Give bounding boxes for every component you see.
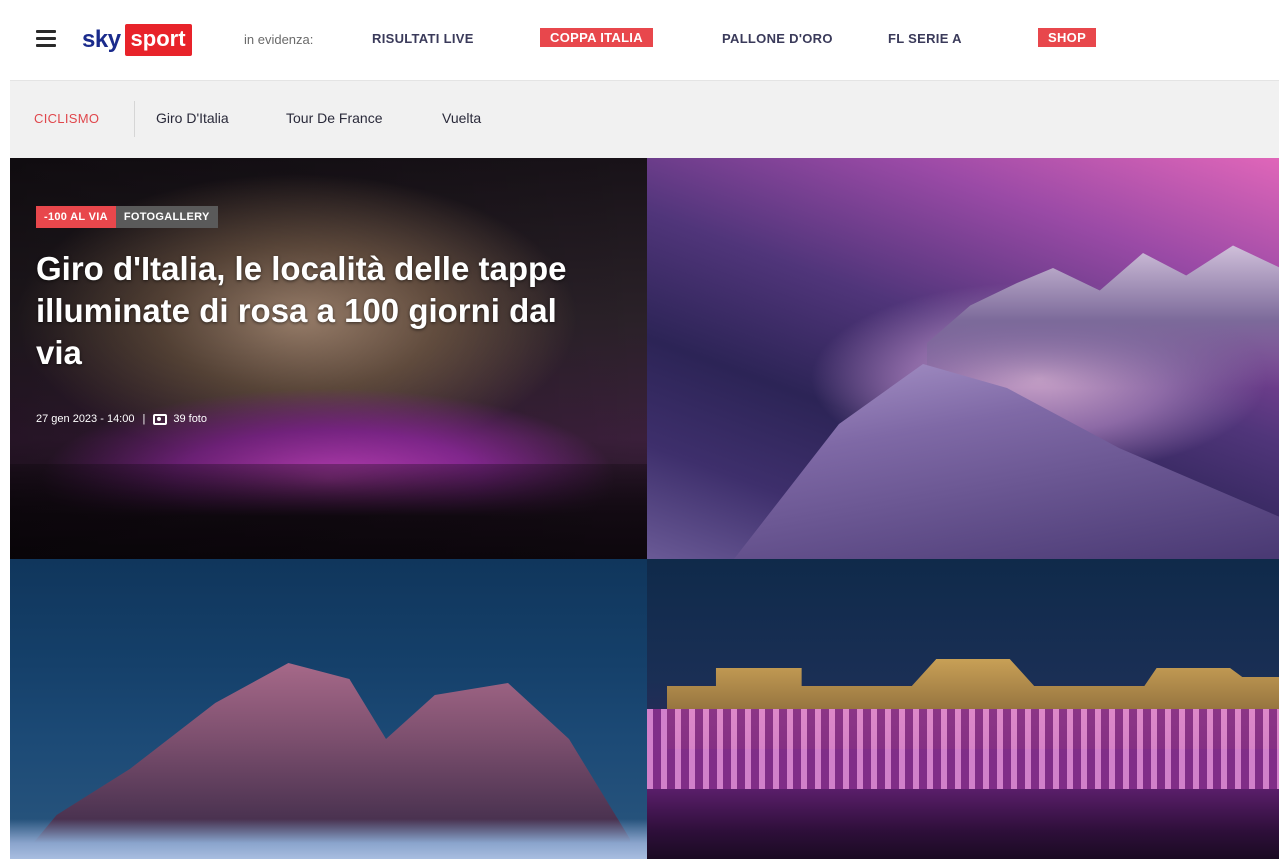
photo-snow-base — [10, 819, 647, 859]
gallery-photo-mountain-village[interactable] — [647, 158, 1279, 559]
feature-tags: -100 AL VIA FOTOGALLERY — [36, 206, 218, 228]
gallery-photo-dolomites[interactable] — [10, 559, 647, 859]
meta-separator: | — [142, 413, 146, 425]
logo-sky-text: sky — [82, 26, 121, 53]
menu-icon[interactable] — [36, 30, 56, 47]
photo-count: 39 foto — [173, 413, 207, 425]
subnav-vuelta[interactable]: Vuelta — [442, 110, 481, 126]
subnav-divider — [134, 101, 135, 137]
tag-countdown[interactable]: -100 AL VIA — [36, 206, 116, 228]
tag-fotogallery[interactable]: FOTOGALLERY — [115, 206, 218, 228]
nav-pallone-doro[interactable]: PALLONE D'ORO — [722, 31, 833, 46]
photo-colonnade — [647, 709, 1279, 789]
nav-risultati-live[interactable]: RISULTATI LIVE — [372, 31, 474, 46]
section-subnav: CICLISMO Giro D'Italia Tour De France Vu… — [10, 80, 1279, 158]
nav-fl-serie-a[interactable]: FL SERIE A — [888, 31, 962, 46]
feature-headline[interactable]: Giro d'Italia, le località delle tappe i… — [36, 248, 576, 374]
nav-shop[interactable]: SHOP — [1038, 28, 1097, 47]
subnav-giro-ditalia[interactable]: Giro D'Italia — [156, 110, 229, 126]
logo-sport-text: sport — [124, 24, 192, 56]
top-header: sky sport in evidenza: RISULTATI LIVE CO… — [0, 0, 1279, 80]
sky-sport-logo[interactable]: sky sport — [82, 24, 192, 56]
nav-coppa-italia[interactable]: COPPA ITALIA — [540, 28, 653, 47]
gallery-photo-piazza-plebiscito[interactable] — [647, 559, 1279, 859]
subnav-tour-de-france[interactable]: Tour De France — [286, 110, 382, 126]
photo-mountain-range — [927, 245, 1279, 388]
section-title[interactable]: CICLISMO — [34, 111, 99, 126]
photo-square — [647, 789, 1279, 859]
camera-icon — [153, 413, 168, 425]
feature-date: 27 gen 2023 - 14:00 — [36, 413, 135, 425]
feature-meta: 27 gen 2023 - 14:00 | 39 foto — [36, 413, 207, 425]
evidenza-label: in evidenza: — [244, 32, 314, 47]
